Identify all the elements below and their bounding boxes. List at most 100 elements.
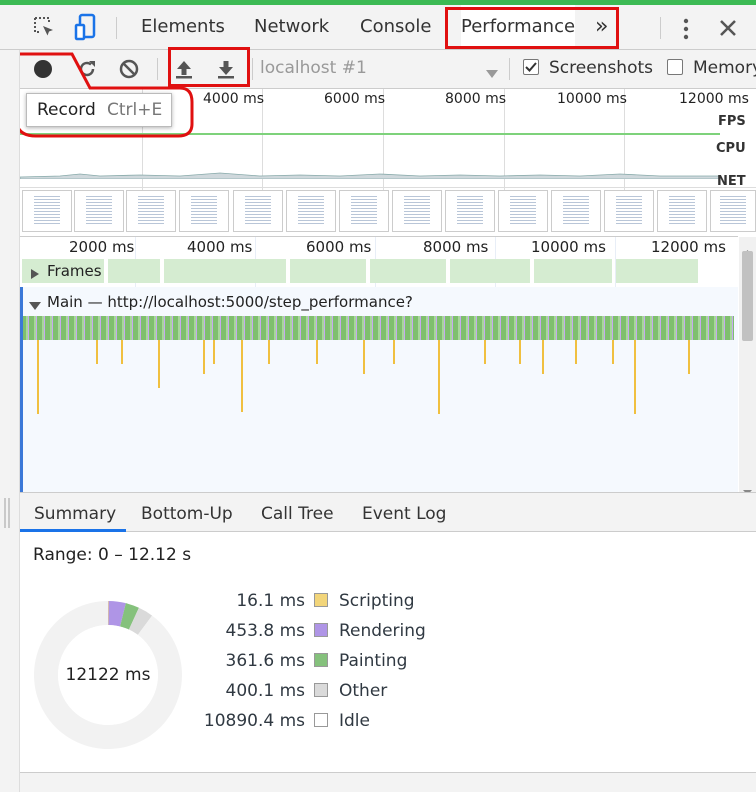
cpu-track [19,159,721,180]
frame-block[interactable] [450,259,530,283]
task-mark [575,340,577,364]
scrollbar-thumb[interactable] [742,251,753,341]
task-mark [268,340,270,364]
overview-tick: 10000 ms [557,91,627,107]
tab-network[interactable]: Network [254,5,329,49]
task-mark [634,340,636,414]
task-mark [316,340,318,364]
close-icon[interactable] [718,18,738,38]
inspect-element-icon[interactable] [32,15,56,39]
device-toolbar-icon[interactable] [74,13,98,41]
frames-label[interactable]: Frames [47,262,102,280]
screenshot-thumbnail [286,190,336,232]
overview-tick: 8000 ms [445,91,507,107]
legend-name: Scripting [339,591,415,611]
main-thread-activity [23,316,734,340]
screenshot-thumbnail [710,190,756,232]
legend-swatch [314,653,328,667]
net-label: NET [717,174,746,189]
legend-row: 400.1 ms Other [0,676,756,706]
frame-block[interactable] [164,259,286,283]
highlight-performance-tab [445,7,619,49]
task-mark [158,340,160,388]
screenshot-thumbnail [22,190,72,232]
legend-name: Rendering [339,621,426,641]
summary-range: Range: 0 – 12.12 s [33,545,192,565]
task-mark [37,340,39,414]
legend-value: 453.8 ms [225,621,306,641]
memory-label[interactable]: Memory [693,58,756,78]
kebab-menu-icon[interactable] [680,17,692,41]
screenshot-thumbnail [551,190,601,232]
legend-row: 453.8 ms Rendering [0,616,756,646]
target-select[interactable]: localhost #1 [260,58,367,78]
screenshot-thumbnail [392,190,442,232]
tab-separator [116,17,117,39]
frame-block[interactable] [108,259,160,283]
task-mark [241,340,243,412]
tab-summary[interactable]: Summary [34,497,116,531]
task-mark [393,340,395,364]
legend-swatch [314,623,328,637]
task-mark [484,340,486,364]
frame-block[interactable] [290,259,366,283]
screenshot-thumbnail [179,190,229,232]
legend-value: 10890.4 ms [203,711,305,731]
screenshot-thumbnail [657,190,707,232]
screenshots-label[interactable]: Screenshots [549,58,653,78]
legend-value: 361.6 ms [225,651,306,671]
overview-tick: 6000 ms [324,91,386,107]
screenshot-thumbnail [498,190,548,232]
fps-label: FPS [718,114,746,129]
legend-row: 10890.4 ms Idle [0,706,756,736]
task-mark [612,340,614,364]
timeline-tick: 10000 ms [531,238,606,256]
frame-block[interactable] [616,259,698,283]
legend-row: 16.1 ms Scripting [0,586,756,616]
frame-block[interactable] [370,259,446,283]
tab-call-tree[interactable]: Call Tree [261,497,334,531]
legend-name: Other [339,681,388,701]
tab-elements[interactable]: Elements [141,5,225,49]
drawer-resize-handle-icon[interactable] [2,496,12,530]
scroll-down-arrow-icon[interactable] [743,481,752,495]
tab-separator [660,17,661,39]
legend-value: 400.1 ms [225,681,306,701]
timeline-scrollbar[interactable] [739,237,756,495]
highlight-record [14,52,194,138]
toolbar-separator [252,58,253,80]
main-thread-label[interactable]: Main — http://localhost:5000/step_perfor… [47,293,413,311]
summary-tab-underline [20,529,126,532]
task-mark [121,340,123,364]
timeline-tick: 2000 ms [69,238,135,256]
legend-swatch [314,683,328,697]
chevron-down-icon[interactable] [486,64,498,78]
tab-console[interactable]: Console [360,5,431,49]
scroll-up-arrow-icon[interactable] [743,241,752,255]
task-mark [519,340,521,364]
memory-checkbox[interactable] [667,59,683,75]
screenshots-checkbox[interactable] [523,59,539,75]
timeline-tick: 8000 ms [423,238,489,256]
legend-name: Idle [339,711,370,731]
timeline-tick: 4000 ms [187,238,253,256]
task-mark [213,340,215,364]
task-mark [96,340,98,364]
screenshot-thumbnail [604,190,654,232]
tab-bottom-up[interactable]: Bottom-Up [141,497,233,531]
legend-name: Painting [339,651,408,671]
tab-event-log[interactable]: Event Log [362,497,446,531]
screenshot-thumbnail [339,190,389,232]
cpu-label: CPU [716,141,746,156]
timeline-tick: 6000 ms [306,238,372,256]
frames-expand-icon[interactable] [30,265,40,279]
overview-tick: 12000 ms [679,91,749,107]
frame-block[interactable] [534,259,612,283]
task-mark [438,340,440,414]
main-collapse-icon[interactable] [29,296,41,310]
screenshot-thumbnail [74,190,124,232]
summary-bottom-divider [20,772,756,792]
task-mark [542,340,544,374]
toolbar-separator [509,58,510,80]
legend-swatch [314,593,328,607]
